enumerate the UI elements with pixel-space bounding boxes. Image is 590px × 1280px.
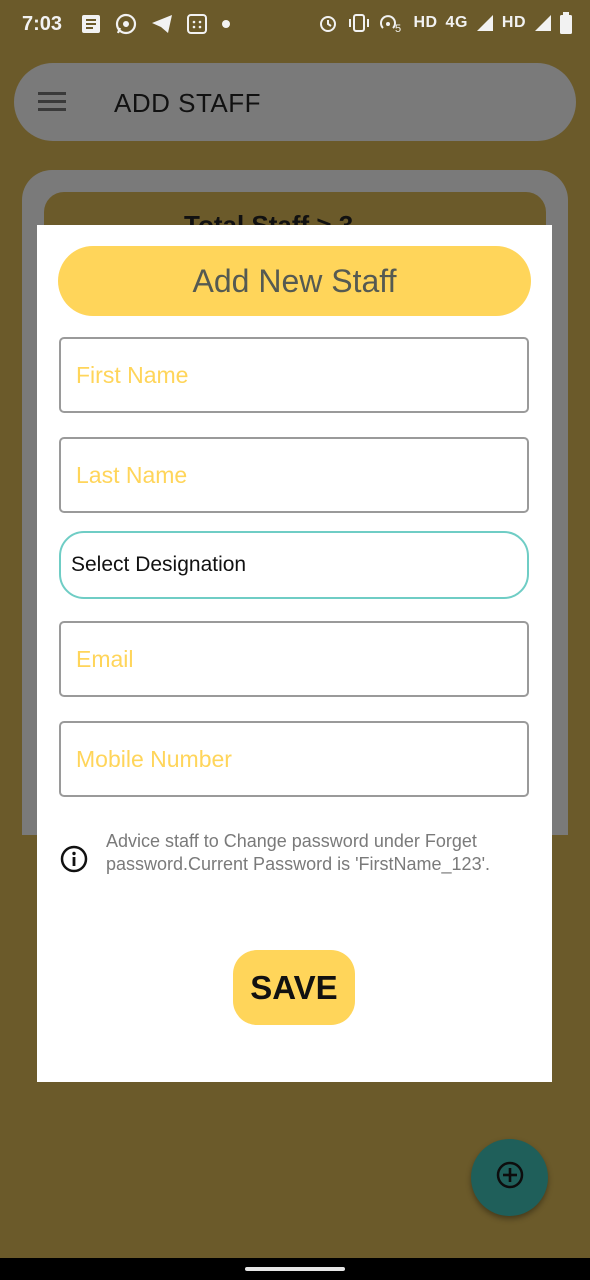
hotspot-badge: 5 bbox=[395, 23, 401, 34]
mobile-number-input[interactable] bbox=[61, 723, 527, 795]
status-right-icons: 5 HD 4G HD bbox=[317, 12, 572, 34]
email-input[interactable] bbox=[61, 623, 527, 695]
designation-select[interactable]: Select Designation bbox=[59, 531, 529, 599]
home-indicator[interactable] bbox=[245, 1267, 345, 1271]
network-hd-label-2: HD bbox=[501, 14, 526, 31]
first-name-field[interactable] bbox=[59, 337, 529, 413]
network-4g-label: 4G bbox=[445, 14, 468, 31]
designation-select-value: Select Designation bbox=[71, 553, 247, 576]
network-hd-label: HD bbox=[413, 14, 438, 31]
whatsapp-icon bbox=[114, 12, 138, 36]
app-bar: ADD STAFF bbox=[14, 63, 576, 141]
calculator-icon bbox=[186, 13, 208, 35]
last-name-field[interactable] bbox=[59, 437, 529, 513]
add-staff-dialog: Add New Staff Select Designation Advice … bbox=[37, 225, 552, 1082]
password-info-text: Advice staff to Change password under Fo… bbox=[106, 831, 491, 874]
hotspot-icon: 5 bbox=[379, 12, 405, 34]
alarm-icon bbox=[317, 12, 339, 34]
hamburger-menu-icon[interactable] bbox=[38, 91, 68, 118]
page-title: ADD STAFF bbox=[114, 88, 262, 118]
add-staff-fab[interactable] bbox=[471, 1139, 548, 1216]
status-left-icons bbox=[80, 12, 232, 36]
system-nav-bar bbox=[0, 1258, 590, 1280]
email-field[interactable] bbox=[59, 621, 529, 697]
signal-icon bbox=[534, 14, 552, 32]
add-circle-icon bbox=[494, 1159, 526, 1196]
last-name-input[interactable] bbox=[61, 439, 527, 511]
battery-icon bbox=[560, 12, 572, 34]
first-name-input[interactable] bbox=[61, 339, 527, 411]
status-time: 7:03 bbox=[22, 13, 63, 35]
mobile-number-field[interactable] bbox=[59, 721, 529, 797]
dialog-title: Add New Staff bbox=[58, 246, 531, 316]
news-icon bbox=[80, 13, 102, 35]
save-button[interactable]: SAVE bbox=[233, 950, 355, 1025]
vibrate-icon bbox=[347, 12, 371, 34]
info-icon bbox=[59, 844, 89, 879]
status-bar: 7:03 5 HD 4G HD bbox=[0, 0, 590, 50]
telegram-icon bbox=[150, 13, 174, 35]
dot-icon bbox=[220, 18, 232, 30]
signal-icon bbox=[476, 14, 494, 32]
